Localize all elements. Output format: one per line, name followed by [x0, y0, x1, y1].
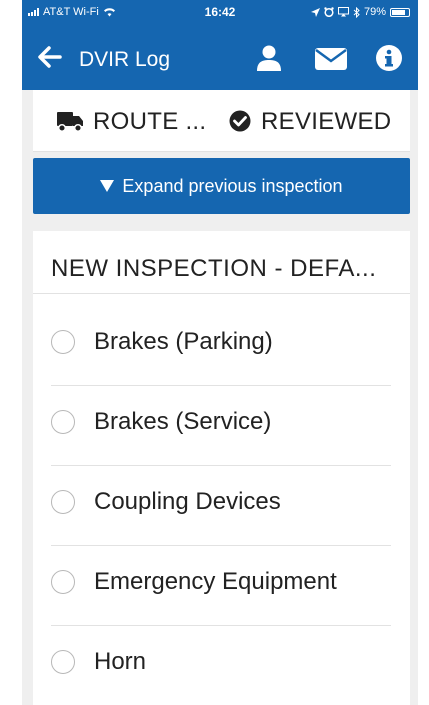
battery-percent: 79% [363, 6, 386, 18]
app-bar: DVIR Log [22, 24, 418, 90]
location-icon [310, 7, 320, 17]
route-label[interactable]: ROUTE ... [93, 108, 206, 136]
wifi-icon [103, 8, 115, 17]
divider [33, 293, 410, 294]
review-status-label: REVIEWED [261, 108, 392, 135]
carrier-label: AT&T Wi-Fi [43, 6, 99, 18]
inspection-item-label: Horn [94, 648, 147, 675]
bluetooth-icon [353, 6, 360, 18]
inspection-title: NEW INSPECTION - DEFA... [51, 255, 377, 282]
expand-previous-inspection-button[interactable]: Expand previous inspection [33, 158, 410, 214]
alarm-icon [324, 7, 334, 17]
status-left: AT&T Wi-Fi [28, 6, 116, 18]
inspection-item-label: Brakes (Service) [94, 408, 272, 435]
inspection-item-horn[interactable]: Horn [51, 626, 391, 705]
status-right: 79% [310, 6, 410, 18]
radio-button[interactable] [51, 570, 75, 594]
inspection-item-coupling-devices[interactable]: Coupling Devices [51, 466, 391, 546]
inspection-item-brakes-parking[interactable]: Brakes (Parking) [51, 306, 391, 386]
triangle-down-icon [100, 180, 115, 192]
inspection-item-label: Brakes (Parking) [94, 328, 273, 355]
truck-icon [57, 112, 83, 132]
expand-label: Expand previous inspection [122, 175, 343, 196]
battery-icon [390, 7, 410, 17]
info-icon[interactable] [374, 44, 404, 72]
radio-button[interactable] [51, 650, 75, 674]
clock: 16:42 [204, 5, 236, 19]
signal-icon [28, 8, 39, 16]
person-icon[interactable] [254, 44, 284, 72]
route-card: ROUTE ... REVIEWED [33, 90, 410, 152]
envelope-icon[interactable] [314, 44, 348, 72]
radio-button[interactable] [51, 410, 75, 434]
check-circle-icon [229, 110, 251, 132]
inspection-item-label: Coupling Devices [94, 488, 281, 515]
radio-button[interactable] [51, 330, 75, 354]
inspection-item-emergency-equipment[interactable]: Emergency Equipment [51, 546, 391, 626]
inspection-item-brakes-service[interactable]: Brakes (Service) [51, 386, 391, 466]
back-button-label[interactable]: DVIR Log [79, 48, 170, 72]
screen-mirror-icon [337, 7, 349, 17]
inspection-card: NEW INSPECTION - DEFA... Brakes (Parking… [33, 231, 410, 705]
back-arrow-icon[interactable] [38, 46, 62, 68]
status-bar: AT&T Wi-Fi 16:42 79% [22, 0, 418, 24]
radio-button[interactable] [51, 490, 75, 514]
inspection-item-label: Emergency Equipment [94, 568, 337, 595]
